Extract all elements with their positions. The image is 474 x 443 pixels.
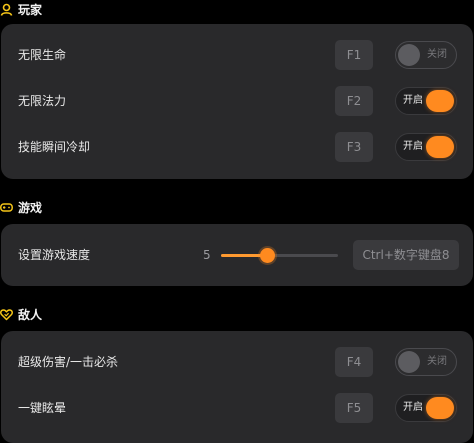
speed-slider-track[interactable] [221, 248, 338, 263]
toggle-text: 开启 [403, 95, 423, 106]
section-title-game: 游戏 [18, 200, 43, 215]
section-title-player: 玩家 [18, 2, 43, 17]
hotkey-button-f3[interactable]: F3 [335, 132, 373, 162]
hotkey-button-f5[interactable]: F5 [335, 393, 373, 423]
section-header-enemy: 敌人 [0, 305, 42, 323]
toggle-instant-cooldown[interactable]: 开启 [395, 133, 457, 161]
user-icon [0, 3, 13, 16]
toggle-text: 关闭 [427, 356, 447, 367]
section-header-game: 游戏 [0, 198, 42, 216]
player-card: 无限生命 F1 关闭 无限法力 F2 开启 技能瞬间冷却 F3 开启 [1, 24, 473, 179]
row-game-speed: 设置游戏速度 5 Ctrl+数字键盘8 [1, 232, 473, 278]
toggle-text: 开启 [403, 402, 423, 413]
row-label: 设置游戏速度 [18, 248, 91, 262]
toggle-knob [426, 136, 454, 158]
toggle-knob [426, 397, 454, 419]
row-label: 一键眩晕 [18, 401, 67, 415]
section-header-player: 玩家 [0, 0, 42, 18]
toggle-one-key-stun[interactable]: 开启 [395, 394, 457, 422]
gamepad-icon [0, 201, 13, 214]
hotkey-button-speed[interactable]: Ctrl+数字键盘8 [353, 240, 459, 270]
game-card: 设置游戏速度 5 Ctrl+数字键盘8 [1, 224, 473, 286]
hotkey-button-f2[interactable]: F2 [335, 86, 373, 116]
toggle-infinite-mana[interactable]: 开启 [395, 87, 457, 115]
toggle-knob [426, 90, 454, 112]
heart-icon [0, 308, 13, 321]
row-infinite-mana: 无限法力 F2 开启 [1, 78, 473, 124]
toggle-text: 关闭 [427, 49, 447, 60]
row-label: 无限法力 [18, 94, 67, 108]
row-one-key-stun: 一键眩晕 F5 开启 [1, 385, 473, 431]
row-label: 超级伤害/一击必杀 [18, 355, 119, 369]
section-title-enemy: 敌人 [18, 307, 43, 322]
row-instant-cooldown: 技能瞬间冷却 F3 开启 [1, 124, 473, 170]
toggle-infinite-health[interactable]: 关闭 [395, 41, 457, 69]
row-infinite-health: 无限生命 F1 关闭 [1, 32, 473, 78]
toggle-knob [398, 351, 420, 373]
hotkey-button-f4[interactable]: F4 [335, 347, 373, 377]
row-one-hit-kill: 超级伤害/一击必杀 F4 关闭 [1, 339, 473, 385]
toggle-knob [398, 44, 420, 66]
toggle-one-hit-kill[interactable]: 关闭 [395, 348, 457, 376]
toggle-text: 开启 [403, 141, 423, 152]
speed-slider-thumb[interactable] [259, 248, 275, 263]
hotkey-button-f1[interactable]: F1 [335, 40, 373, 70]
enemy-card: 超级伤害/一击必杀 F4 关闭 一键眩晕 F5 开启 [1, 331, 473, 443]
row-label: 技能瞬间冷却 [18, 140, 91, 154]
row-label: 无限生命 [18, 48, 67, 62]
speed-value: 5 [203, 248, 211, 262]
